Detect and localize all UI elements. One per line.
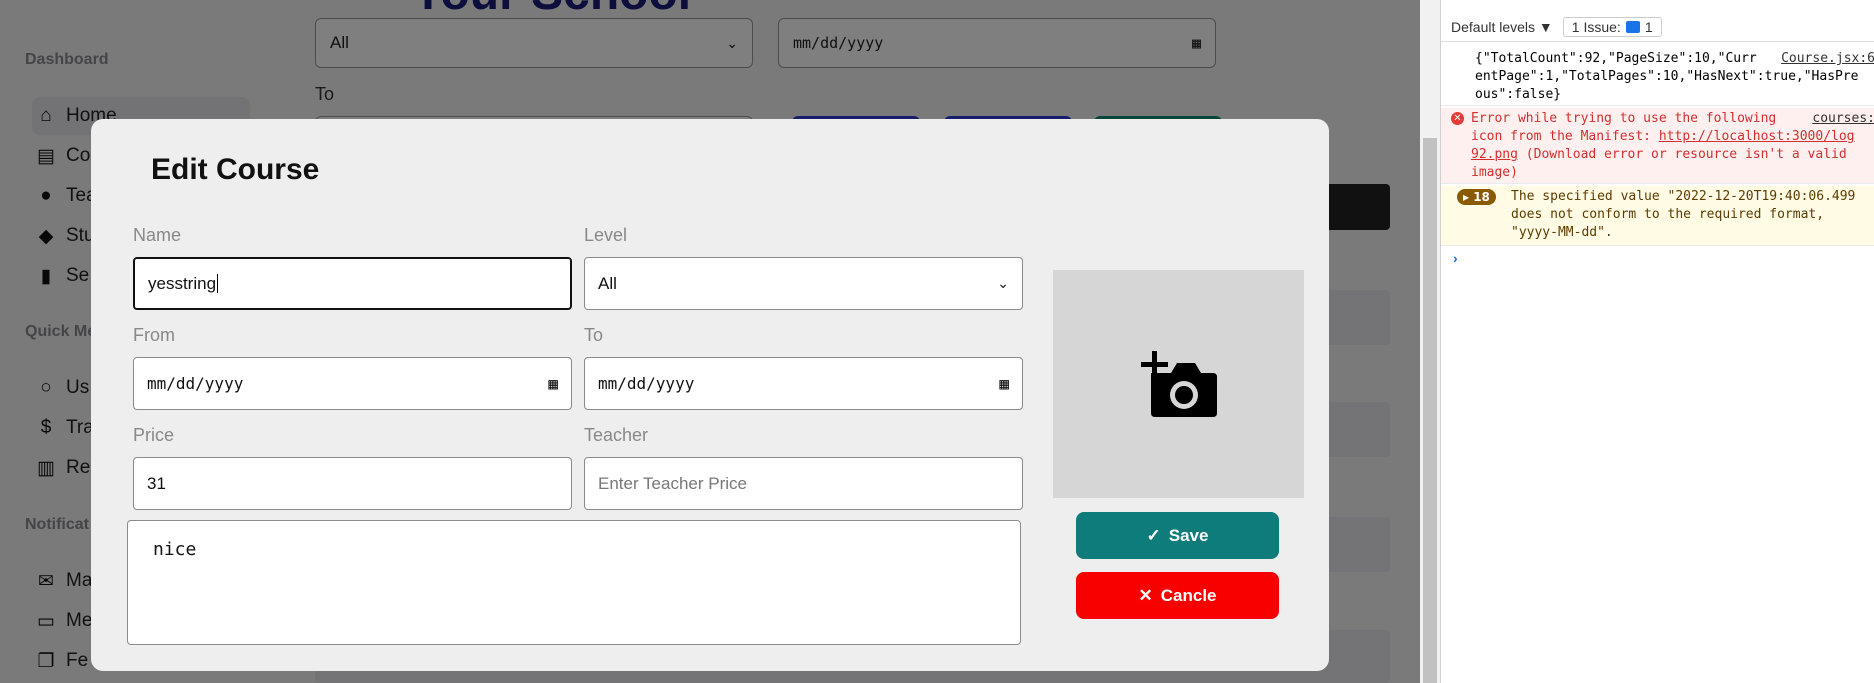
modal-title: Edit Course	[151, 153, 320, 186]
to-date-input[interactable]: mm/dd/yyyy ▦	[584, 357, 1023, 410]
console-toolbar: Default levels ▼ 1 Issue: 1	[1441, 12, 1874, 42]
edit-course-modal: Edit Course Name yesstring Level All ⌄ F…	[91, 119, 1329, 671]
name-input[interactable]: yesstring	[133, 257, 572, 310]
console-log-row: {"TotalCount":92,"PageSize":10,"Curr ent…	[1441, 48, 1874, 106]
close-icon: ✕	[1138, 585, 1153, 605]
log-line: ous":false}	[1475, 87, 1562, 102]
log-line: entPage":1,"TotalPages":10,"HasNext":tru…	[1475, 69, 1859, 84]
price-value: 31	[147, 473, 166, 493]
scrollbar-thumb[interactable]	[1423, 138, 1437, 683]
log-line: {"TotalCount":92,"PageSize":10,"Curr	[1475, 51, 1757, 66]
error-line-link: 92.png (Download error or resource isn't…	[1471, 146, 1847, 164]
warning-line: The specified value "2022-12-20T19:40:06…	[1511, 189, 1856, 204]
error-line: image)	[1471, 165, 1518, 180]
level-select[interactable]: All ⌄	[584, 257, 1023, 310]
warning-line: does not conform to the required format,	[1511, 207, 1825, 222]
to-value: mm/dd/yyyy	[598, 374, 695, 393]
level-value: All	[598, 273, 617, 293]
repeat-count: 18	[1473, 190, 1490, 204]
error-source-link[interactable]: courses:	[1812, 110, 1874, 128]
save-label: Save	[1168, 525, 1209, 545]
name-label: Name	[133, 225, 182, 245]
description-value: nice	[153, 539, 197, 560]
chevron-down-icon: ⌄	[997, 275, 1009, 291]
issues-button[interactable]: 1 Issue: 1	[1562, 16, 1662, 37]
description-textarea[interactable]: nice	[127, 520, 1021, 645]
manifest-icon-link-cont[interactable]: 92.png	[1471, 147, 1518, 162]
log-source-link[interactable]: Course.jsx:6	[1781, 50, 1874, 68]
repeat-count-badge[interactable]: ▸ 18	[1457, 189, 1496, 205]
calendar-icon[interactable]: ▦	[999, 374, 1009, 393]
error-icon: ✕	[1451, 112, 1464, 125]
console-error-row: ✕ Error while trying to use the followin…	[1441, 108, 1874, 184]
message-icon	[1625, 20, 1640, 33]
price-input[interactable]: 31	[133, 457, 572, 510]
price-label: Price	[133, 425, 175, 445]
teacher-label: Teacher	[584, 425, 649, 445]
image-upload-area[interactable]	[1053, 270, 1304, 498]
cancel-button[interactable]: ✕ Cancle	[1076, 572, 1279, 619]
text-caret	[217, 274, 219, 293]
from-label: From	[133, 325, 175, 345]
add-photo-icon	[1140, 351, 1217, 417]
issues-count: 1	[1644, 18, 1653, 35]
cancel-label: Cancle	[1160, 585, 1217, 605]
check-icon: ✓	[1146, 525, 1161, 545]
name-value: yesstring	[148, 273, 217, 293]
error-text: (Download error or resource isn't a vali…	[1517, 147, 1847, 162]
error-text: icon from the Manifest:	[1471, 129, 1659, 144]
error-line: Error while trying to use the following	[1471, 111, 1777, 126]
issues-label: 1 Issue:	[1571, 18, 1621, 35]
to-label: To	[584, 325, 604, 345]
warning-line: "yyyy-MM-dd".	[1511, 225, 1613, 240]
calendar-icon[interactable]: ▦	[548, 374, 558, 393]
from-date-input[interactable]: mm/dd/yyyy ▦	[133, 357, 572, 410]
default-levels-dropdown[interactable]: Default levels ▼	[1451, 19, 1553, 35]
console-warning-row: ▸ 18 The specified value "2022-12-20T19:…	[1441, 186, 1874, 246]
devtools-console: Default levels ▼ 1 Issue: 1 {"TotalCount…	[1440, 0, 1874, 683]
teacher-input[interactable]: Enter Teacher Price	[584, 457, 1023, 510]
save-button[interactable]: ✓ Save	[1076, 512, 1279, 559]
console-prompt-icon[interactable]: ›	[1453, 250, 1458, 266]
page-scrollbar[interactable]	[1420, 0, 1440, 683]
from-value: mm/dd/yyyy	[147, 374, 244, 393]
teacher-placeholder: Enter Teacher Price	[598, 473, 747, 493]
manifest-icon-link[interactable]: http://localhost:3000/log	[1659, 129, 1855, 144]
background-app: Dashboard ⌂ Home ▤ Co ● Tea ◆ Stu ▮ Se Q…	[0, 0, 1420, 683]
error-line-manifest: icon from the Manifest: http://localhost…	[1471, 128, 1855, 146]
level-label: Level	[584, 225, 628, 245]
